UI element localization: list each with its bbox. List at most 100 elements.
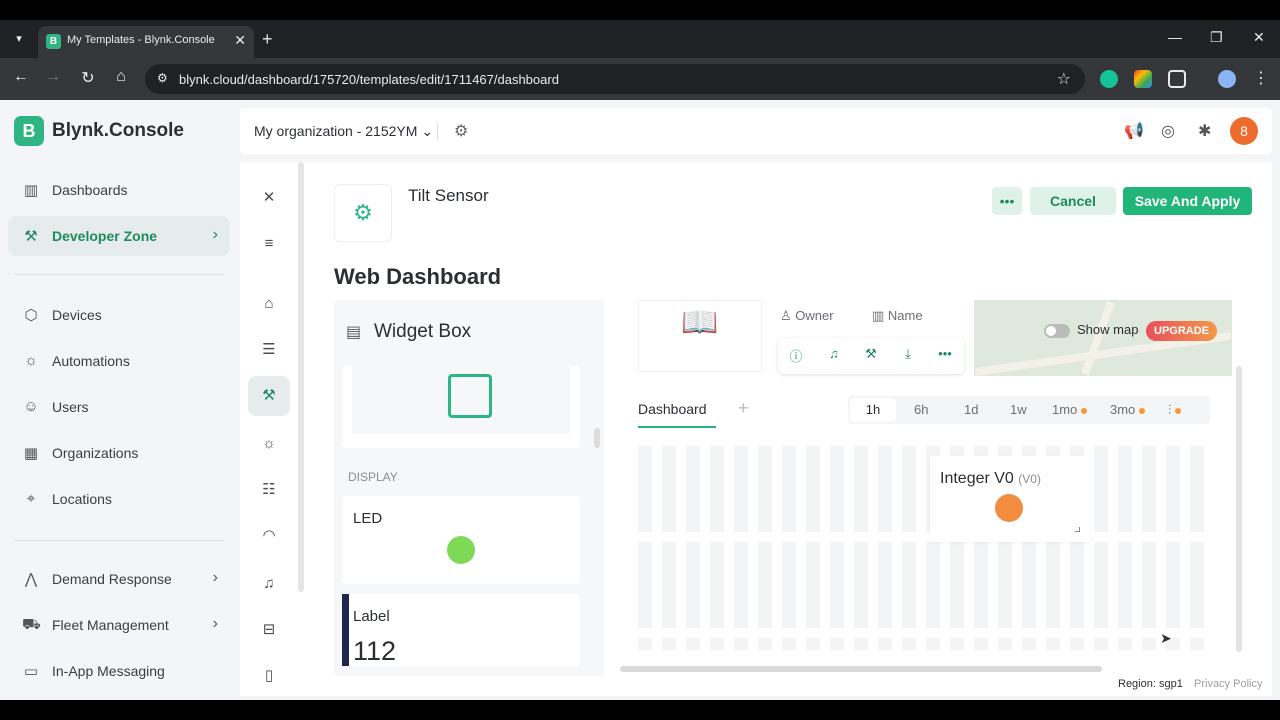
dashboard-tabs: Dashboard + 1h 6h 1d 1w 1mo 3mo ⫶ — [638, 396, 1210, 432]
sidebar-item-locations[interactable]: ⌖ Locations — [8, 479, 230, 519]
new-tab-icon[interactable]: + — [262, 28, 273, 50]
bookmark-star-icon[interactable]: ☆ — [1057, 69, 1071, 89]
led-widget[interactable]: LED — [342, 496, 580, 584]
browser-menu-icon[interactable]: ⋮ — [1250, 68, 1272, 88]
horizontal-scrollbar[interactable] — [620, 666, 1102, 672]
range-3mo[interactable]: 3mo — [1110, 402, 1146, 417]
grid-column — [734, 446, 748, 650]
upgrade-badge[interactable]: UPGRADE — [1146, 321, 1218, 341]
bell-icon[interactable]: ♫ — [824, 346, 844, 361]
tab-dashboard[interactable]: Dashboard — [638, 401, 707, 417]
tools-icon[interactable]: ⚒ — [861, 346, 881, 362]
minimize-icon[interactable]: — — [1168, 29, 1182, 45]
sidebar-item-fleet-management[interactable]: ⛟ Fleet Management › — [8, 605, 230, 645]
grid-column — [854, 446, 868, 650]
restore-icon[interactable]: ❐ — [1210, 29, 1223, 46]
show-map-toggle[interactable] — [1044, 324, 1070, 338]
home-icon[interactable]: ⌂ — [110, 68, 132, 86]
info-icon[interactable]: ⓘ — [786, 346, 806, 365]
sidebar-item-dashboards[interactable]: ▥ Dashboards — [8, 170, 230, 210]
forward-icon[interactable]: → — [42, 68, 64, 86]
list-icon[interactable]: ☷ — [248, 470, 290, 510]
range-1w[interactable]: 1w — [1010, 402, 1027, 417]
grid-column — [830, 446, 844, 650]
url-text[interactable]: blynk.cloud/dashboard/175720/templates/e… — [179, 72, 559, 87]
close-window-icon[interactable]: ✕ — [1253, 29, 1265, 46]
megaphone-icon[interactable]: 📢 — [1124, 121, 1144, 141]
profile-icon[interactable] — [1218, 70, 1236, 88]
add-tab-icon[interactable]: + — [738, 398, 758, 420]
blynk-logo-icon[interactable]: B — [14, 116, 44, 146]
tab-search-icon[interactable]: ▾ — [8, 28, 30, 50]
range-1mo[interactable]: 1mo — [1052, 402, 1088, 417]
name-label: ▥ Name — [872, 308, 923, 323]
sidebar-item-users[interactable]: ☺ Users — [8, 387, 230, 427]
close-icon[interactable]: ✕ — [248, 178, 290, 218]
site-info-icon[interactable]: ⚙ — [157, 71, 173, 87]
sidebar-item-automations[interactable]: ☼ Automations — [8, 341, 230, 381]
device-actions: ⓘ ♫ ⚒ ⤓ ••• — [778, 338, 964, 374]
browser-tab[interactable]: B My Templates - Blynk.Console ✕ — [38, 26, 254, 58]
range-1d[interactable]: 1d — [964, 402, 978, 417]
more-icon[interactable]: ••• — [935, 346, 955, 361]
gear-icon[interactable]: ⚙ — [454, 121, 468, 141]
sidebar-item-organizations[interactable]: ▦ Organizations — [8, 433, 230, 473]
cancel-button[interactable]: Cancel — [1030, 187, 1116, 215]
screen: ▾ B My Templates - Blynk.Console ✕ + — ❐… — [0, 0, 1280, 720]
avatar[interactable]: 8 — [1230, 117, 1258, 145]
premium-dot — [1139, 407, 1146, 414]
resize-handle[interactable] — [1075, 527, 1080, 532]
integer-widget[interactable]: Integer V0 (V0) — [930, 456, 1090, 542]
sidebar-item-demand-response[interactable]: ⋀ Demand Response › — [8, 559, 230, 599]
custom-range-icon[interactable]: ⫶ — [1168, 402, 1182, 418]
more-options-button[interactable]: ••• — [992, 187, 1022, 215]
address-bar[interactable]: ⚙ blynk.cloud/dashboard/175720/templates… — [145, 64, 1085, 94]
sliders-icon[interactable]: ☰ — [248, 330, 290, 370]
dashboard-grid[interactable]: Integer V0 (V0) — [638, 446, 1210, 650]
widget-box-title: Widget Box — [374, 321, 472, 342]
download-icon[interactable]: ⤓ — [898, 346, 918, 362]
grammarly-extension-icon[interactable] — [1100, 70, 1118, 88]
home-icon[interactable]: ⌂ — [248, 284, 290, 324]
menu-icon[interactable]: ≡ — [248, 224, 290, 264]
template-image-icon[interactable]: ⚙ — [334, 184, 392, 242]
bug-icon[interactable]: ✱ — [1198, 121, 1211, 141]
dashboard-editor-icon[interactable]: ⚒ — [248, 376, 290, 416]
bar-chart-icon: ▥ — [23, 182, 39, 199]
automation-icon[interactable]: ☼ — [248, 424, 290, 464]
extension-icon[interactable] — [1134, 70, 1152, 88]
grid-column — [686, 446, 700, 650]
rail-scrollbar[interactable] — [298, 162, 304, 592]
privacy-policy-link[interactable]: Privacy Policy — [1194, 678, 1262, 690]
book-icon[interactable]: ⊟ — [248, 610, 290, 650]
sidebar-item-devices[interactable]: ⬡ Devices — [8, 295, 230, 335]
mobile-icon[interactable]: ▯ — [248, 656, 290, 696]
sidebar-item-in-app-messaging[interactable]: ▭ In-App Messaging — [8, 651, 230, 691]
editor-rail: ✕ ≡ ⌂ ☰ ⚒ ☼ ☷ ◠ ♫ ⊟ ▯ — [240, 162, 304, 696]
widget-box-scrollbar[interactable] — [594, 428, 600, 448]
vertical-scrollbar[interactable] — [1236, 366, 1242, 652]
sidebar-item-label: Users — [52, 399, 89, 415]
image-widget[interactable] — [342, 366, 580, 448]
extensions-puzzle-icon[interactable] — [1168, 70, 1186, 88]
widget-box-icon: ▤ — [346, 324, 362, 341]
reload-icon[interactable]: ↻ — [77, 68, 99, 88]
close-tab-icon[interactable]: ✕ — [234, 32, 246, 49]
grid-column — [710, 446, 724, 650]
widget-box: ▤ Widget Box DISPLAY LED Label 112 — [334, 300, 604, 676]
back-icon[interactable]: ← — [10, 68, 32, 86]
sidebar-item-developer-zone[interactable]: ⚒ Developer Zone › — [8, 216, 230, 256]
organization-select[interactable]: My organization - 2152YM ⌄ — [254, 123, 433, 140]
wifi-icon[interactable]: ◠ — [248, 516, 290, 556]
save-and-apply-button[interactable]: Save And Apply — [1123, 187, 1252, 215]
label-widget[interactable]: Label 112 — [342, 594, 580, 666]
premium-dot — [1081, 407, 1088, 414]
bell-icon[interactable]: ♫ — [248, 564, 290, 604]
users-icon: ☺ — [23, 398, 39, 415]
range-6h[interactable]: 6h — [914, 402, 928, 417]
sidebar-item-label: In-App Messaging — [52, 663, 165, 679]
range-1h[interactable]: 1h — [850, 398, 896, 422]
sidebar-item-label: Developer Zone — [52, 228, 158, 244]
app-title[interactable]: Blynk.Console — [52, 120, 184, 142]
help-icon[interactable]: ◎ — [1161, 121, 1175, 141]
